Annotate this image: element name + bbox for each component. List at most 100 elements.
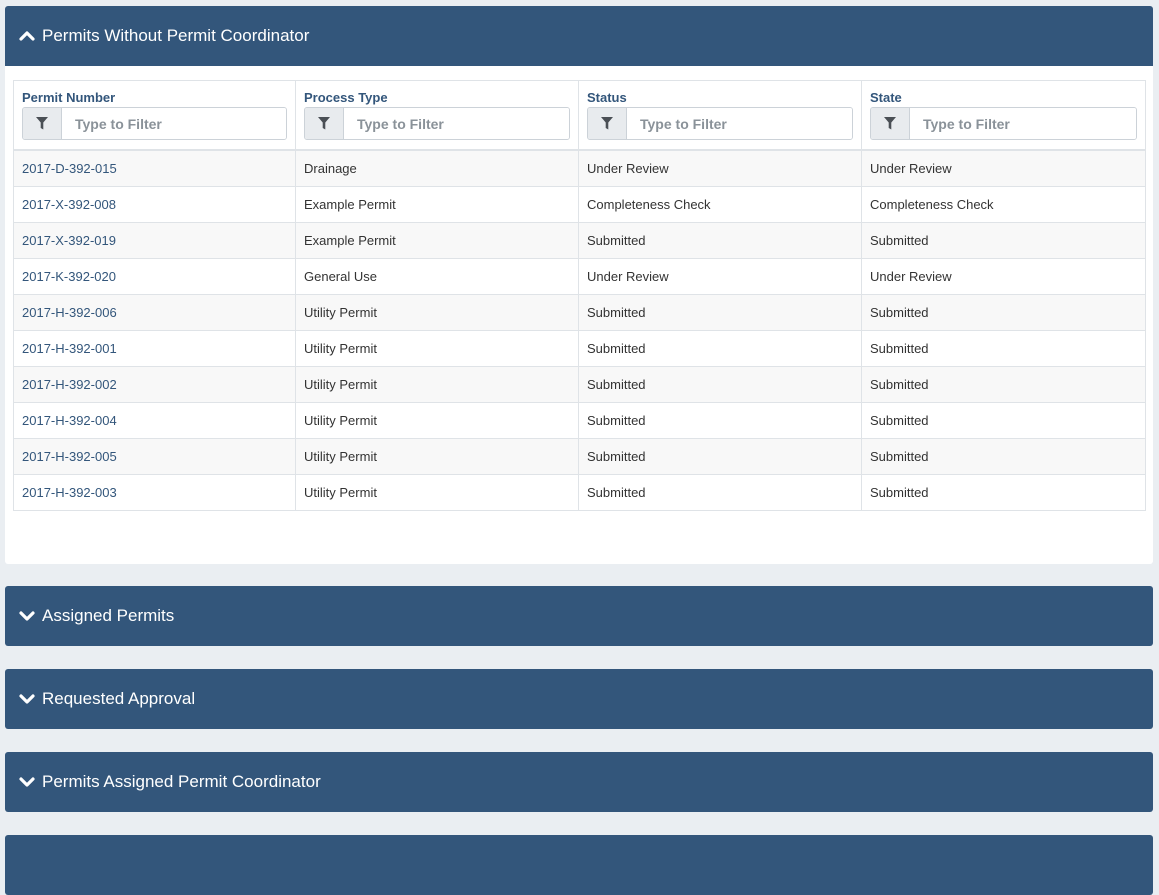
table-row[interactable]: 2017-H-392-004 Utility Permit Submitted … <box>13 402 1146 439</box>
panel-assigned-permits: Assigned Permits <box>5 586 1153 646</box>
process-type-cell: Utility Permit <box>295 330 579 367</box>
filter-icon[interactable] <box>23 108 62 139</box>
table-row[interactable]: 2017-K-392-020 General Use Under Review … <box>13 258 1146 295</box>
filter-group <box>304 107 570 140</box>
status-cell: Submitted <box>578 366 862 403</box>
column-label[interactable]: Status <box>587 90 853 105</box>
state-cell: Under Review <box>861 258 1146 295</box>
process-type-cell: Utility Permit <box>295 294 579 331</box>
state-cell: Completeness Check <box>861 186 1146 223</box>
chevron-up-icon <box>19 27 37 45</box>
panel-header-permits-without-coordinator[interactable]: Permits Without Permit Coordinator <box>5 6 1153 66</box>
permit-number-cell: 2017-H-392-005 <box>13 438 296 475</box>
permit-number-cell: 2017-D-392-015 <box>13 149 296 187</box>
permit-number-link[interactable]: 2017-H-392-002 <box>22 377 117 392</box>
process-type-cell: Drainage <box>295 149 579 187</box>
table-row[interactable]: 2017-H-392-006 Utility Permit Submitted … <box>13 294 1146 331</box>
permits-table: Permit Number Process Type <box>13 80 1146 511</box>
column-process-type: Process Type <box>295 80 579 151</box>
permit-number-cell: 2017-X-392-008 <box>13 186 296 223</box>
status-cell: Submitted <box>578 222 862 259</box>
state-cell: Under Review <box>861 149 1146 187</box>
process-type-cell: Example Permit <box>295 222 579 259</box>
panel-next-partial <box>5 835 1153 895</box>
chevron-down-icon <box>19 773 37 791</box>
chevron-down-icon <box>19 607 37 625</box>
status-cell: Submitted <box>578 402 862 439</box>
table-row[interactable]: 2017-D-392-015 Drainage Under Review Und… <box>13 149 1146 187</box>
permit-number-cell: 2017-H-392-001 <box>13 330 296 367</box>
state-cell: Submitted <box>861 294 1146 331</box>
status-cell: Completeness Check <box>578 186 862 223</box>
column-label[interactable]: Process Type <box>304 90 570 105</box>
process-type-cell: Utility Permit <box>295 438 579 475</box>
permit-number-cell: 2017-K-392-020 <box>13 258 296 295</box>
column-state: State <box>861 80 1146 151</box>
table-row[interactable]: 2017-H-392-003 Utility Permit Submitted … <box>13 474 1146 511</box>
column-permit-number: Permit Number <box>13 80 296 151</box>
process-type-cell: General Use <box>295 258 579 295</box>
filter-group <box>587 107 853 140</box>
permit-number-link[interactable]: 2017-H-392-003 <box>22 485 117 500</box>
state-cell: Submitted <box>861 474 1146 511</box>
table-row[interactable]: 2017-H-392-002 Utility Permit Submitted … <box>13 366 1146 403</box>
permit-number-link[interactable]: 2017-K-392-020 <box>22 269 116 284</box>
panel-header-requested-approval[interactable]: Requested Approval <box>5 669 1153 729</box>
panel-permits-assigned-coordinator: Permits Assigned Permit Coordinator <box>5 752 1153 812</box>
permit-number-filter-input[interactable] <box>62 108 286 139</box>
status-cell: Submitted <box>578 330 862 367</box>
panel-title: Permits Without Permit Coordinator <box>42 26 310 45</box>
permit-number-link[interactable]: 2017-X-392-008 <box>22 197 116 212</box>
filter-icon[interactable] <box>305 108 344 139</box>
state-cell: Submitted <box>861 330 1146 367</box>
state-cell: Submitted <box>861 366 1146 403</box>
permit-number-cell: 2017-H-392-002 <box>13 366 296 403</box>
panel-requested-approval: Requested Approval <box>5 669 1153 729</box>
filter-group <box>870 107 1137 140</box>
process-type-cell: Example Permit <box>295 186 579 223</box>
panel-permits-without-coordinator: Permits Without Permit Coordinator Permi… <box>5 6 1153 564</box>
table-row[interactable]: 2017-H-392-001 Utility Permit Submitted … <box>13 330 1146 367</box>
status-filter-input[interactable] <box>627 108 852 139</box>
process-type-cell: Utility Permit <box>295 474 579 511</box>
status-cell: Submitted <box>578 294 862 331</box>
permit-number-link[interactable]: 2017-H-392-005 <box>22 449 117 464</box>
table-row[interactable]: 2017-X-392-019 Example Permit Submitted … <box>13 222 1146 259</box>
state-cell: Submitted <box>861 402 1146 439</box>
column-label[interactable]: State <box>870 90 1137 105</box>
process-type-filter-input[interactable] <box>344 108 569 139</box>
status-cell: Under Review <box>578 258 862 295</box>
panel-title: Permits Assigned Permit Coordinator <box>42 772 321 791</box>
permit-number-cell: 2017-H-392-004 <box>13 402 296 439</box>
permit-number-link[interactable]: 2017-H-392-004 <box>22 413 117 428</box>
filter-icon[interactable] <box>871 108 910 139</box>
status-cell: Submitted <box>578 438 862 475</box>
permit-number-link[interactable]: 2017-X-392-019 <box>22 233 116 248</box>
filter-icon[interactable] <box>588 108 627 139</box>
process-type-cell: Utility Permit <box>295 366 579 403</box>
filter-group <box>22 107 287 140</box>
permit-number-cell: 2017-H-392-006 <box>13 294 296 331</box>
process-type-cell: Utility Permit <box>295 402 579 439</box>
status-cell: Submitted <box>578 474 862 511</box>
panel-title: Requested Approval <box>42 689 196 708</box>
permit-number-link[interactable]: 2017-D-392-015 <box>22 161 117 176</box>
panel-body: Permit Number Process Type <box>5 66 1153 564</box>
permit-number-cell: 2017-X-392-019 <box>13 222 296 259</box>
chevron-down-icon <box>19 690 37 708</box>
column-label[interactable]: Permit Number <box>22 90 287 105</box>
permit-number-link[interactable]: 2017-H-392-006 <box>22 305 117 320</box>
panel-title: Assigned Permits <box>42 606 175 625</box>
state-cell: Submitted <box>861 438 1146 475</box>
panel-header-permits-assigned-coordinator[interactable]: Permits Assigned Permit Coordinator <box>5 752 1153 812</box>
table-header-row: Permit Number Process Type <box>13 80 1146 151</box>
permit-number-link[interactable]: 2017-H-392-001 <box>22 341 117 356</box>
panel-header-assigned-permits[interactable]: Assigned Permits <box>5 586 1153 646</box>
table-row[interactable]: 2017-H-392-005 Utility Permit Submitted … <box>13 438 1146 475</box>
permit-number-cell: 2017-H-392-003 <box>13 474 296 511</box>
table-row[interactable]: 2017-X-392-008 Example Permit Completene… <box>13 186 1146 223</box>
state-filter-input[interactable] <box>910 108 1136 139</box>
column-status: Status <box>578 80 862 151</box>
panel-header-next[interactable] <box>5 835 1153 895</box>
status-cell: Under Review <box>578 149 862 187</box>
